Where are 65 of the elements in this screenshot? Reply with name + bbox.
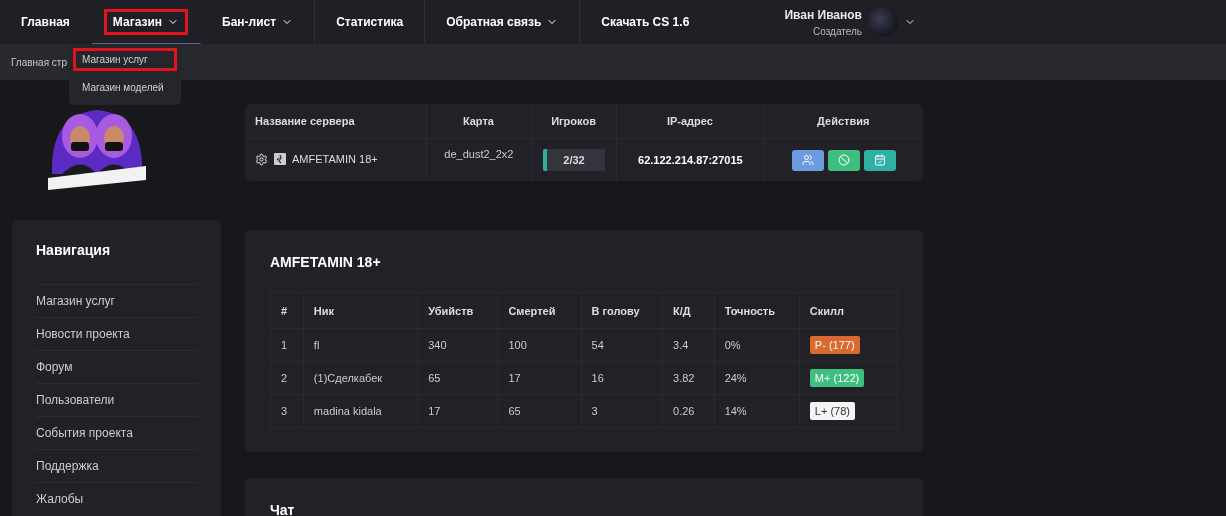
calendar-button[interactable] [863,149,896,171]
sidebar-item[interactable]: Новости проекта [36,317,197,350]
nav-item[interactable]: Скачать CS 1.6 [580,0,712,44]
table-cell: 3 [270,394,304,428]
table-cell: 62.122.214.87:27015 [616,138,764,181]
table-cell: 0% [714,328,800,362]
breadcrumb[interactable]: Главная стр [11,56,67,68]
column-header: Карта [426,104,532,139]
table-cell: 24% [714,361,800,395]
nav-item[interactable]: Главная [0,0,92,44]
menu-item[interactable]: Магазин моделей [73,76,177,99]
table-cell: 14% [714,394,800,428]
users-icon [801,154,814,166]
sidebar-item[interactable]: Магазин услуг [36,284,197,317]
player-count: 2/32 [563,154,585,166]
table-cell: 1 [270,328,304,362]
sidebar-item[interactable]: Поддержка [36,449,197,482]
card-title: Чат [270,502,296,516]
column-header: Убийств [417,292,498,329]
card-title: Навигация [36,242,112,258]
user-role: Создатель [813,25,862,37]
column-header: Смертей [497,292,582,329]
skill-tag: L+ (78) [809,402,855,420]
column-header: Скилл [799,292,898,329]
sidebar-item[interactable]: Жалобы [36,482,197,515]
sidebar-item[interactable]: События проекта [36,416,197,449]
column-header: К/Д [662,292,715,329]
table-cell: madina kidala [303,394,418,428]
column-header: Действия [763,104,923,139]
table-cell: 17 [417,394,498,428]
players-button[interactable] [791,149,824,171]
sidebar-item[interactable]: Пользователи [36,383,197,416]
table-cell: de_dust2_2x2 [426,138,532,181]
ban-icon [837,154,850,166]
column-header: Игроков [531,104,617,139]
table-cell: 65 [497,394,582,428]
user-name: Иван Иванов [784,7,862,22]
table-cell: 3.4 [662,328,715,362]
menu-item[interactable]: Магазин услуг [73,48,177,71]
column-header: IP-адрес [616,104,764,139]
skill-tag: M+ (122) [809,369,865,387]
sidebar-item[interactable]: Форум [36,350,197,383]
column-header: Название сервера [245,104,427,139]
column-header: Точность [714,292,800,329]
table-cell: fl [303,328,418,362]
table-cell: 16 [581,361,663,395]
table-cell: 0.26 [662,394,715,428]
table-cell: (1)Сделкабек [303,361,418,395]
table-cell: 54 [581,328,663,362]
table-cell: 17 [497,361,582,395]
table-cell: 340 [417,328,498,362]
table-cell: 65 [417,361,498,395]
card-title: AMFETAMIN 18+ [270,254,382,270]
column-header: # [270,292,304,329]
ban-button[interactable] [827,149,860,171]
table-cell: 100 [497,328,582,362]
server-name: AMFETAMIN 18+ [292,153,378,165]
skill-tag: P- (177) [809,336,860,354]
table-cell: 2 [270,361,304,395]
settings-icon[interactable] [255,152,268,166]
column-header: Ник [303,292,418,329]
table-cell: 3 [581,394,663,428]
calendar-check-icon [873,154,886,166]
table-cell: 3.82 [662,361,715,395]
column-header: В голову [581,292,663,329]
